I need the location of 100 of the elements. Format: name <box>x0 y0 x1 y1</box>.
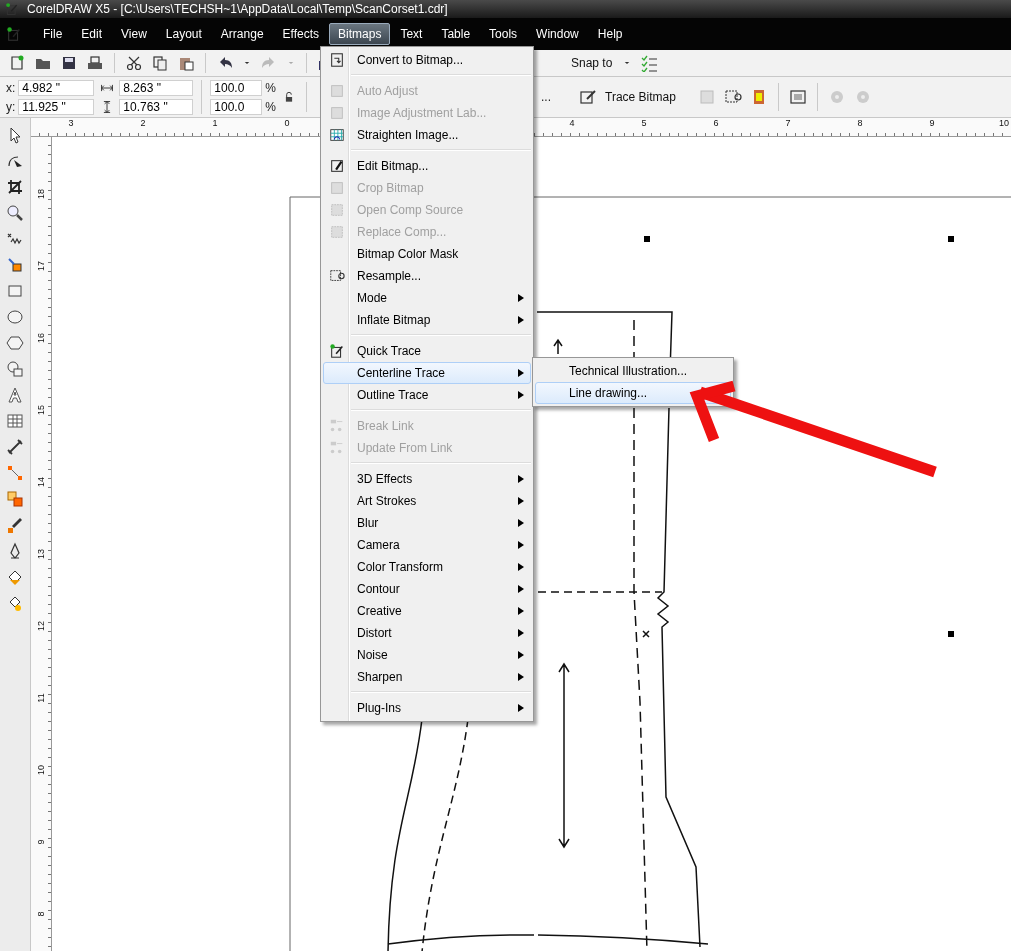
menu-item[interactable]: Effects <box>273 23 329 45</box>
print-icon[interactable] <box>86 54 104 72</box>
menu-item[interactable]: Layout <box>156 23 211 45</box>
cut-icon[interactable] <box>125 54 143 72</box>
submenu-arrow-icon <box>518 563 524 571</box>
zoom-icon[interactable] <box>6 204 24 222</box>
menu-item[interactable]: Window <box>527 23 588 45</box>
dotted-square-icon <box>329 224 345 240</box>
blend-icon[interactable] <box>6 490 24 508</box>
submenu-arrow-icon <box>518 294 524 302</box>
selection-handle[interactable] <box>948 236 954 242</box>
table-icon[interactable] <box>6 412 24 430</box>
menu-entry[interactable]: Resample... <box>323 265 531 287</box>
trace-pen-icon <box>329 343 345 359</box>
submenu-arrow-icon <box>518 673 524 681</box>
x-position-field[interactable]: 4.982 " <box>18 79 95 96</box>
menu-entry[interactable]: Sharpen <box>323 666 531 688</box>
menu-item[interactable]: Arrange <box>211 23 273 45</box>
menu-item[interactable]: Edit <box>72 23 112 45</box>
crop-icon[interactable] <box>6 178 24 196</box>
menu-entry[interactable]: Bitmap Color Mask <box>323 243 531 265</box>
menu-entry[interactable]: 3D Effects <box>323 468 531 490</box>
ruler-number: 8 <box>36 911 46 917</box>
eyedropper-icon[interactable] <box>6 516 24 534</box>
crop-frame-icon <box>329 180 345 196</box>
ruler-number: 2 <box>139 118 147 128</box>
width-field[interactable]: 8.263 " <box>119 79 194 96</box>
scale-x-field[interactable]: 100.0 <box>210 79 263 96</box>
menu-entry[interactable]: Technical Illustration... <box>535 360 731 382</box>
menu-entry[interactable]: Convert to Bitmap... <box>323 49 531 71</box>
submenu-arrow-icon <box>518 519 524 527</box>
menu-item[interactable]: Text <box>391 23 432 45</box>
frame-circle-icon[interactable] <box>723 88 742 106</box>
menu-item[interactable]: Tools <box>480 23 527 45</box>
frame-icon[interactable] <box>788 88 807 106</box>
menu-item[interactable]: Help <box>588 23 632 45</box>
menu-entry[interactable]: Blur <box>323 512 531 534</box>
save-icon[interactable] <box>60 54 78 72</box>
rectangle-icon[interactable] <box>6 282 24 300</box>
menu-item[interactable]: File <box>34 23 72 45</box>
ruler-number: 12 <box>36 621 46 631</box>
selection-handle[interactable] <box>644 236 650 242</box>
submenu-arrow-icon <box>518 651 524 659</box>
ruler-number: 17 <box>36 261 46 271</box>
copy-icon[interactable] <box>151 54 169 72</box>
submenu-arrow-icon <box>518 607 524 615</box>
ruler-number: 10 <box>998 118 1010 128</box>
menu-entry[interactable]: Plug-Ins <box>323 697 531 719</box>
menu-entry[interactable]: Noise <box>323 644 531 666</box>
text-tool-icon[interactable] <box>6 386 24 404</box>
menu-entry[interactable]: Mode <box>323 287 531 309</box>
menu-entry[interactable]: Art Strokes <box>323 490 531 512</box>
new-document-icon[interactable] <box>8 54 26 72</box>
menu-entry[interactable]: Edit Bitmap... <box>323 155 531 177</box>
ruler-number: 7 <box>784 118 792 128</box>
menu-entry[interactable]: Camera <box>323 534 531 556</box>
submenu-arrow-icon <box>518 585 524 593</box>
menu-entry[interactable]: Straighten Image... <box>323 124 531 146</box>
menu-entry[interactable]: Quick Trace <box>323 340 531 362</box>
menu-item[interactable]: Table <box>432 23 480 45</box>
frame-pen-icon <box>329 158 345 174</box>
ruler-number: 5 <box>640 118 648 128</box>
dimension-icon[interactable] <box>6 438 24 456</box>
scale-y-field[interactable]: 100.0 <box>210 98 263 115</box>
menu-item[interactable]: Bitmaps <box>329 23 391 45</box>
menu-entry[interactable]: Centerline Trace <box>323 362 531 384</box>
snap-to-button[interactable]: Snap to <box>567 54 617 72</box>
y-position-field[interactable]: 11.925 " <box>18 98 95 115</box>
menu-entry[interactable]: Distort <box>323 622 531 644</box>
ruler-number: 1 <box>211 118 219 128</box>
trace-bitmap-button[interactable]: Trace Bitmap <box>573 86 680 108</box>
image-icon <box>329 83 345 99</box>
menu-item[interactable]: View <box>112 23 156 45</box>
ruler-number: 15 <box>36 405 46 415</box>
height-field[interactable]: 10.763 " <box>119 98 194 115</box>
smart-fill-icon[interactable] <box>6 256 24 274</box>
menu-entry[interactable]: Contour <box>323 578 531 600</box>
checklist-icon[interactable] <box>640 54 659 72</box>
menu-entry[interactable]: Creative <box>323 600 531 622</box>
frame-circle-icon <box>329 268 345 284</box>
submenu-arrow-icon <box>518 316 524 324</box>
submenu-arrow-icon <box>518 497 524 505</box>
basic-shapes-icon[interactable] <box>6 360 24 378</box>
app-logo-icon <box>5 2 19 16</box>
ellipse-icon[interactable] <box>6 308 24 326</box>
submenu-arrow-icon <box>518 369 524 377</box>
polygon-icon[interactable] <box>6 334 24 352</box>
ruler-number: 10 <box>36 765 46 775</box>
menu-entry[interactable]: Inflate Bitmap <box>323 309 531 331</box>
submenu-arrow-icon <box>518 629 524 637</box>
ruler-number: 9 <box>36 839 46 845</box>
menu-entry[interactable]: Color Transform <box>323 556 531 578</box>
window-title: CorelDRAW X5 - [C:\Users\TECHSH~1\AppData\Local\Temp\ScanCorset1.cdr] <box>27 2 448 16</box>
paint-bucket-icon[interactable] <box>6 568 24 586</box>
ruler-number: 4 <box>568 118 576 128</box>
menu-entry[interactable]: Outline Trace <box>323 384 531 406</box>
ruler-number: 0 <box>283 118 291 128</box>
ruler-number: 6 <box>712 118 720 128</box>
selection-handle[interactable] <box>948 631 954 637</box>
submenu-arrow-icon <box>518 391 524 399</box>
